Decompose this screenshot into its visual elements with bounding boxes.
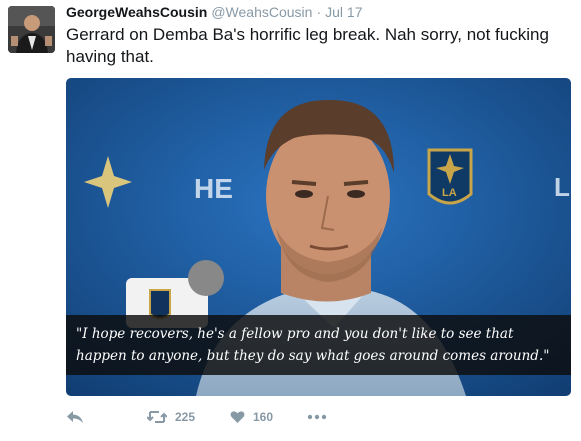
display-name[interactable]: GeorgeWeahsCousin <box>66 4 207 20</box>
more-icon <box>307 414 327 420</box>
heart-icon <box>230 411 245 423</box>
tweet-media[interactable]: HE L LA "I hope recovers, he's a fellow … <box>66 78 571 396</box>
tweet-actions: 225 160 <box>66 406 366 428</box>
retweet-icon <box>147 411 167 423</box>
like-button[interactable]: 160 <box>230 410 273 424</box>
quote-caption: "I hope recovers, he's a fellow pro and … <box>66 315 571 375</box>
user-handle[interactable]: @WeahsCousin <box>211 4 312 20</box>
reply-button[interactable] <box>66 410 84 424</box>
more-button[interactable] <box>307 414 327 420</box>
separator: · <box>316 4 322 20</box>
badge-text: LA <box>442 187 457 199</box>
backdrop-text-left: HE <box>194 173 233 204</box>
tweet-header: GeorgeWeahsCousin @WeahsCousin · Jul 17 <box>66 4 362 24</box>
backdrop-text-right: L <box>554 172 570 202</box>
timestamp[interactable]: Jul 17 <box>325 4 362 20</box>
la-badge-icon: LA <box>427 148 473 205</box>
retweet-button[interactable]: 225 <box>147 410 195 424</box>
tweet-text: Gerrard on Demba Ba's horrific leg break… <box>66 25 549 66</box>
avatar-image <box>8 6 55 53</box>
like-count: 160 <box>253 410 274 424</box>
retweet-count: 225 <box>175 410 196 424</box>
avatar[interactable] <box>8 6 55 53</box>
reply-icon <box>67 411 83 423</box>
